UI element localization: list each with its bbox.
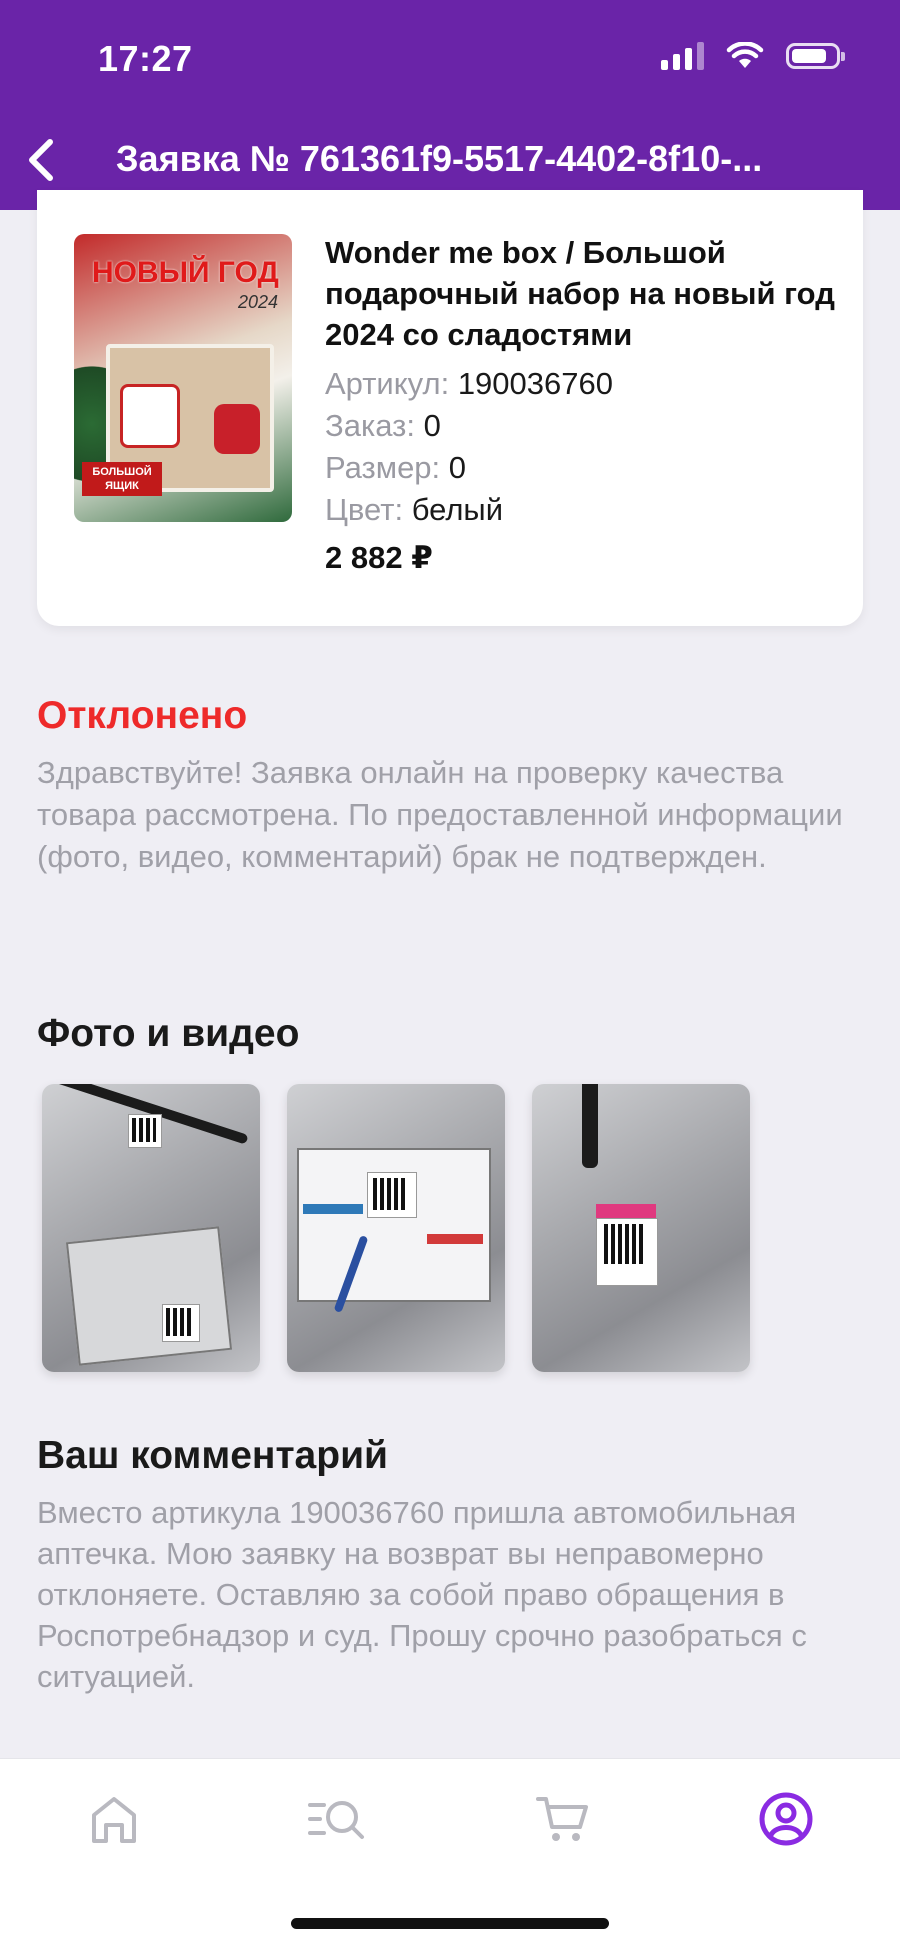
- field-key: Артикул:: [325, 366, 450, 401]
- media-section-title: Фото и видео: [37, 1012, 300, 1055]
- product-image-badge: БОЛЬШОЙ ЯЩИК: [82, 462, 162, 496]
- field-key: Цвет:: [325, 492, 404, 527]
- comment-text: Вместо артикула 190036760 пришла автомоб…: [37, 1495, 807, 1694]
- product-order: Заказ: 0: [325, 406, 441, 446]
- catalog-search-icon[interactable]: [306, 1789, 366, 1849]
- wifi-icon: [726, 42, 764, 68]
- product-image[interactable]: НОВЫЙ ГОД 2024 БОЛЬШОЙ ЯЩИК: [74, 234, 292, 522]
- product-card[interactable]: НОВЫЙ ГОД 2024 БОЛЬШОЙ ЯЩИК Wonder me bo…: [37, 190, 863, 626]
- cellular-signal-icon: [661, 42, 704, 70]
- status-message: Здравствуйте! Заявка онлайн на проверку …: [37, 755, 843, 874]
- photo-thumbnail[interactable]: [287, 1084, 505, 1372]
- home-icon[interactable]: [84, 1789, 144, 1849]
- field-value: 0: [448, 450, 467, 485]
- status-icons: [661, 42, 845, 70]
- product-price: 2 882 ₽: [325, 540, 433, 575]
- page-title: Заявка № 761361f9-5517-4402-8f10-...: [116, 138, 763, 179]
- cart-icon[interactable]: [532, 1789, 592, 1849]
- home-indicator: [291, 1918, 609, 1929]
- product-image-headline: НОВЫЙ ГОД: [92, 256, 279, 289]
- status-badge: Отклонено: [37, 694, 248, 737]
- back-chevron-icon[interactable]: [14, 130, 74, 190]
- comment-section-title: Ваш комментарий: [37, 1434, 389, 1477]
- photo-thumbnail[interactable]: [42, 1084, 260, 1372]
- field-key: Размер:: [325, 450, 441, 485]
- status-time: 17:27: [98, 38, 193, 79]
- field-value: 190036760: [457, 366, 613, 401]
- field-value: 0: [423, 408, 441, 443]
- product-size: Размер: 0: [325, 448, 466, 488]
- header-bar: 17:27 Заявка № 761361f9-5517-4402-8f10-.…: [0, 0, 900, 210]
- product-name: Wonder me box / Большой подарочный набор…: [325, 235, 835, 352]
- field-value: белый: [411, 492, 504, 527]
- field-key: Заказ:: [325, 408, 415, 443]
- photo-thumbnail[interactable]: [532, 1084, 750, 1372]
- product-image-year: 2024: [237, 292, 278, 312]
- battery-icon: [786, 43, 845, 69]
- product-color: Цвет: белый: [325, 490, 503, 530]
- product-article: Артикул: 190036760: [325, 364, 613, 404]
- photo-gallery: [42, 1084, 750, 1372]
- profile-icon[interactable]: [756, 1789, 816, 1849]
